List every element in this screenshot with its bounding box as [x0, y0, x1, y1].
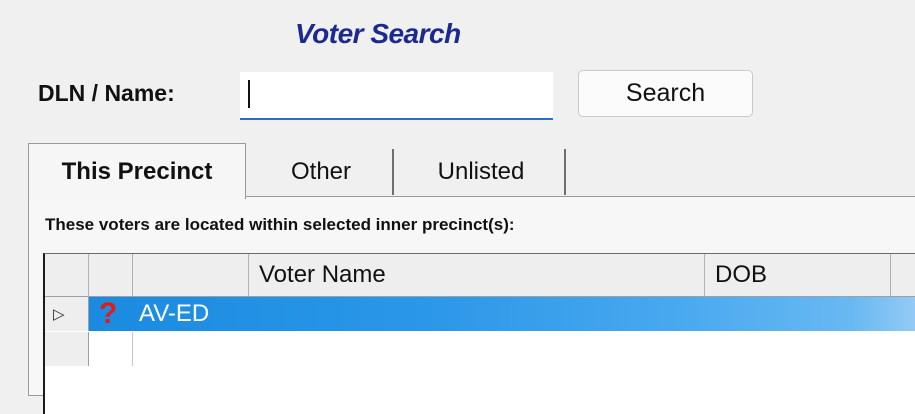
column-header-dob[interactable]: DOB	[705, 254, 891, 296]
text-caret	[248, 80, 250, 108]
row-header-cell[interactable]: ▷	[45, 297, 89, 331]
tab-other[interactable]: Other	[250, 149, 394, 195]
dln-name-label: DLN / Name:	[38, 80, 175, 106]
row-selection-highlight	[89, 297, 915, 331]
column-header-voter-name[interactable]: Voter Name	[249, 254, 705, 296]
column-header-code[interactable]	[133, 254, 249, 296]
column-header-row-selector	[45, 254, 89, 296]
grid-header: Voter Name DOB	[45, 254, 915, 297]
question-mark-icon: ?	[99, 297, 118, 330]
voter-grid[interactable]: Voter Name DOB ▷ ? AV-ED	[43, 253, 915, 414]
dln-name-input[interactable]	[240, 72, 553, 120]
column-header-status[interactable]	[89, 254, 133, 296]
voter-code-cell: AV-ED	[139, 300, 210, 327]
tab-this-precinct[interactable]: This Precinct	[28, 143, 246, 199]
search-button[interactable]: Search	[578, 70, 753, 117]
panel-caption: These voters are located within selected…	[45, 215, 515, 234]
table-row[interactable]: ▷ ? AV-ED	[45, 297, 915, 331]
tab-unlisted[interactable]: Unlisted	[398, 149, 566, 195]
page-title: Voter Search	[295, 18, 461, 49]
tab-strip: This Precinct Other Unlisted	[28, 143, 908, 199]
tab-panel: These voters are located within selected…	[28, 196, 915, 414]
current-row-arrow-icon: ▷	[53, 306, 65, 323]
